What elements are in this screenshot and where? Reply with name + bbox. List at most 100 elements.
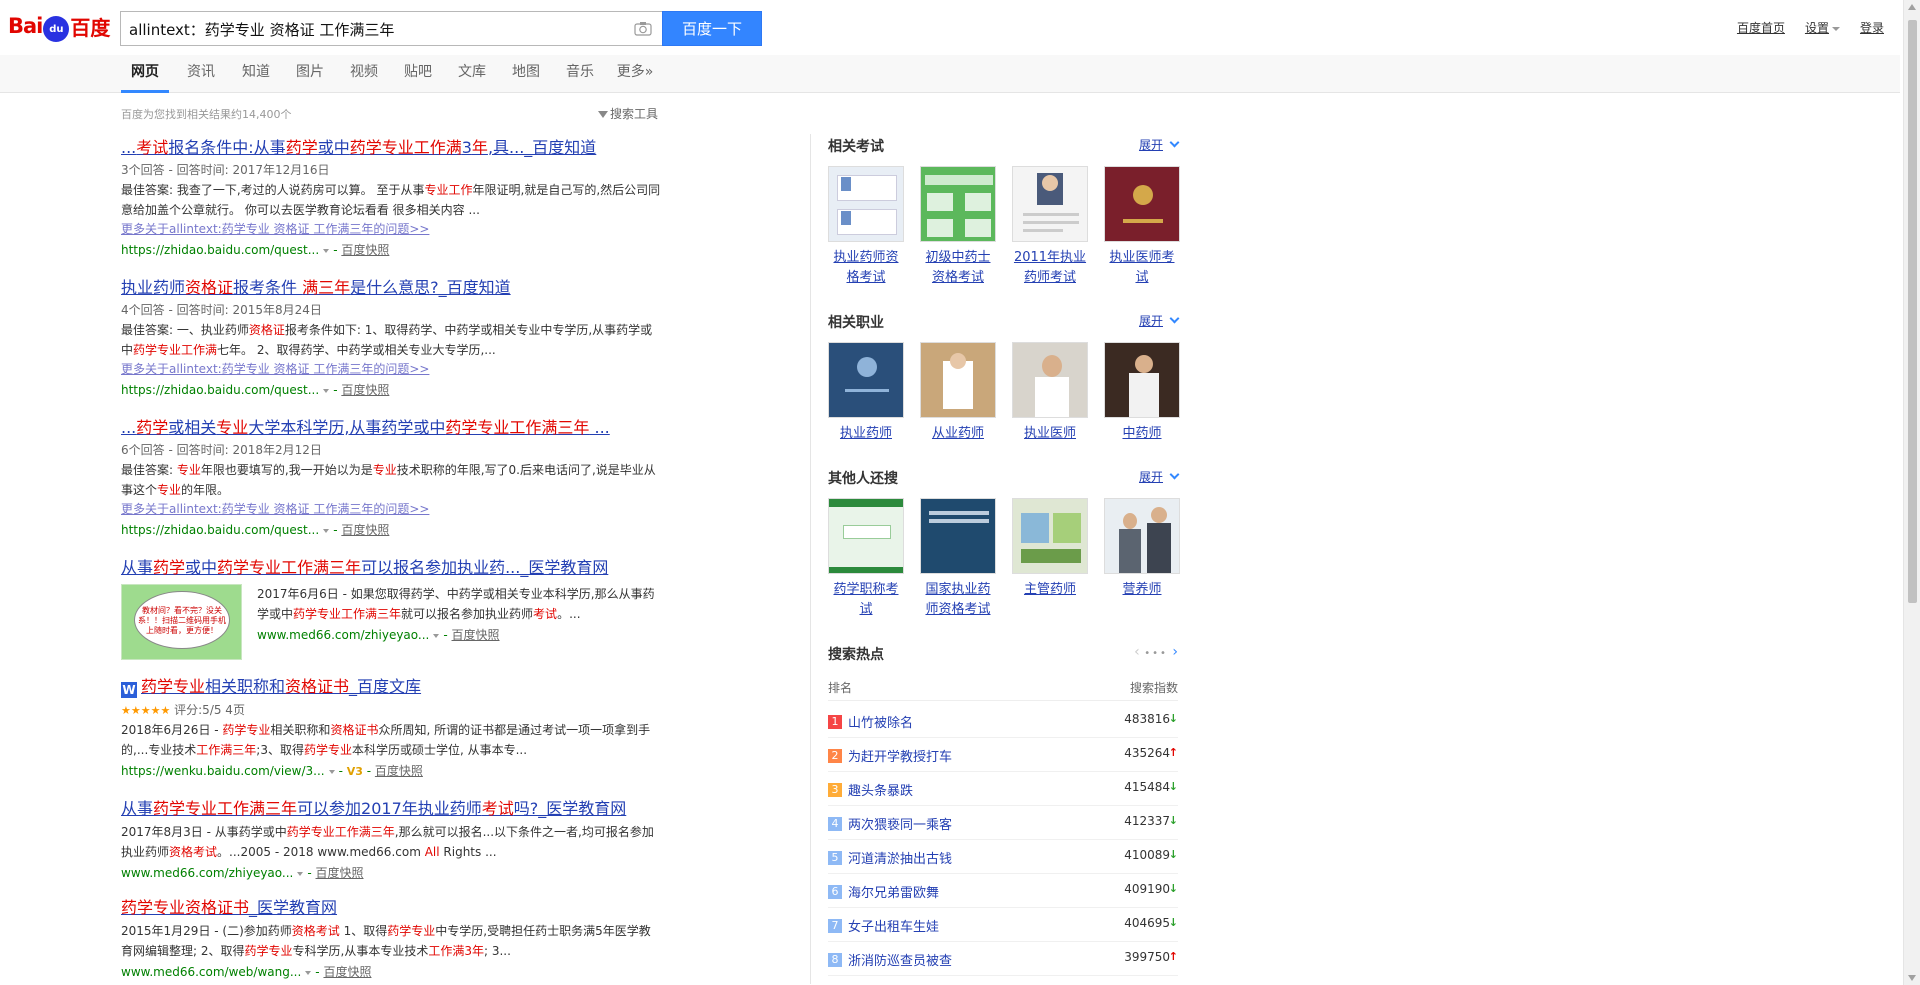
chevron-down-icon[interactable] [297, 871, 304, 876]
result-url[interactable]: www.med66.com/web/wang... [121, 965, 301, 979]
hot-search-row[interactable]: 2 为赶开学教授打车 435264 ↑ [828, 738, 1178, 772]
search-button[interactable]: 百度一下 [662, 11, 762, 46]
expand-button[interactable]: 展开 [1139, 312, 1180, 329]
certificate-image [828, 166, 904, 242]
result-title[interactable]: 执业药师资格证报考条件 满三年是什么意思?_百度知道 [121, 278, 661, 298]
related-job-card[interactable]: 中药师 [1104, 342, 1180, 444]
result-abstract: 2015年1月29日 - (二)参加药师资格考试 1、取得药学专业中专学历,受聘… [121, 921, 661, 961]
result-title[interactable]: 药学专业资格证书_医学教育网 [121, 898, 661, 918]
result-title[interactable]: 从事药学或中药学专业工作满三年可以报名参加执业药..._医学教育网 [121, 558, 661, 578]
cache-link[interactable]: 百度快照 [316, 866, 364, 880]
result-title[interactable]: 从事药学专业工作满三年可以参加2017年执业药师考试吗?_医学教育网 [121, 799, 661, 819]
hot-word-link[interactable]: 浙消防巡查员被查 [848, 950, 952, 969]
hot-search-row[interactable]: 6 海尔兄弟雷欧舞 409190 ↓ [828, 874, 1178, 908]
tab-tieba[interactable]: 贴吧 [398, 55, 438, 93]
login-link[interactable]: 登录 [1860, 19, 1884, 36]
hot-search-row[interactable]: 5 河道清淤抽出古钱 410089 ↓ [828, 840, 1178, 874]
cache-link[interactable]: 百度快照 [375, 764, 423, 778]
cache-link[interactable]: 百度快照 [452, 628, 500, 642]
scroll-up-arrow-icon[interactable] [1908, 4, 1916, 10]
cache-link[interactable]: 百度快照 [341, 383, 389, 397]
expand-button[interactable]: 展开 [1139, 468, 1180, 485]
hot-word-link[interactable]: 河道清淤抽出古钱 [848, 848, 952, 867]
scrollbar[interactable] [1903, 0, 1920, 985]
tab-images[interactable]: 图片 [290, 55, 330, 93]
hot-search-columns: 排名 搜索指数 [828, 677, 1178, 701]
chevron-down-icon [1169, 469, 1180, 480]
settings-link[interactable]: 设置 [1805, 19, 1840, 36]
hot-word-link[interactable]: 趣头条暴跌 [848, 780, 913, 799]
text-segment: 可以报名参加执业药..._医学教育网 [361, 558, 609, 577]
tab-map[interactable]: 地图 [506, 55, 546, 93]
related-job-card[interactable]: 执业医师 [1012, 342, 1088, 444]
others-search-card[interactable]: 国家执业药师资格考试 [920, 498, 996, 620]
hot-search-row[interactable]: 4 两次猥亵同一乘客 412337 ↓ [828, 806, 1178, 840]
expand-button[interactable]: 展开 [1139, 136, 1180, 153]
tab-more[interactable]: 更多» [612, 55, 658, 93]
hot-word-link[interactable]: 女子出租车生娃 [848, 916, 939, 935]
result-title[interactable]: ...药学或相关专业大学本科学历,从事药学或中药学专业工作满三年 ... [121, 418, 661, 438]
result-url[interactable]: https://zhidao.baidu.com/quest... [121, 243, 319, 257]
cache-link[interactable]: 百度快照 [341, 243, 389, 257]
chevron-down-icon[interactable] [323, 388, 330, 393]
tab-music[interactable]: 音乐 [560, 55, 600, 93]
hot-word-link[interactable]: 海尔兄弟雷欧舞 [848, 882, 939, 901]
result-url[interactable]: https://zhidao.baidu.com/quest... [121, 383, 319, 397]
others-search-card[interactable]: 主管药师 [1012, 498, 1088, 600]
related-exam-card[interactable]: 初级中药士资格考试 [920, 166, 996, 288]
hot-search-row[interactable]: 8 浙消防巡查员被查 399750 ↑ [828, 942, 1178, 976]
camera-icon[interactable] [634, 21, 652, 36]
result-url[interactable]: https://zhidao.baidu.com/quest... [121, 523, 319, 537]
home-link[interactable]: 百度首页 [1737, 19, 1785, 36]
highlight-term: 药学专业 [222, 723, 271, 737]
search-tools-button[interactable]: 搜索工具 [598, 105, 658, 122]
tab-video[interactable]: 视频 [344, 55, 384, 93]
tab-wenku[interactable]: 文库 [452, 55, 492, 93]
related-job-card[interactable]: 从业药师 [920, 342, 996, 444]
chevron-left-icon[interactable]: ‹ [1134, 644, 1140, 660]
result-more-link[interactable]: 更多关于allintext:药学专业 资格证 工作满三年的问题>> [121, 500, 661, 519]
header: Bai du 百度 百度一下 百度首页 设置 登录 [0, 0, 1900, 55]
text-segment: 2017年8月3日 - 从事药学或中 [121, 825, 287, 839]
related-exam-card[interactable]: 2011年执业药师考试 [1012, 166, 1088, 288]
chevron-down-icon[interactable] [323, 248, 330, 253]
result-thumbnail[interactable]: 教材间？看不完？没关系！！扫描二维码用手机上随时看，更方便！ [121, 584, 242, 660]
result-url[interactable]: www.med66.com/zhiyeyao... [257, 628, 429, 642]
result-more-link[interactable]: 更多关于allintext:药学专业 资格证 工作满三年的问题>> [121, 360, 661, 379]
scroll-down-arrow-icon[interactable] [1908, 975, 1916, 981]
others-search-card[interactable]: 营养师 [1104, 498, 1180, 600]
search-input[interactable] [129, 18, 619, 40]
related-exam-card[interactable]: 执业药师资格考试 [828, 166, 904, 288]
paw-icon: du [43, 16, 70, 42]
poster-board-image [1012, 498, 1088, 574]
cache-link[interactable]: 百度快照 [323, 965, 371, 979]
result-title[interactable]: W 药学专业相关职称和资格证书_百度文库 [121, 677, 661, 698]
baidu-logo[interactable]: Bai du 百度 [8, 6, 120, 46]
result-more-link[interactable]: 更多关于allintext:药学专业 资格证 工作满三年的问题>> [121, 220, 661, 239]
cache-link[interactable]: 百度快照 [341, 523, 389, 537]
scrollbar-thumb[interactable] [1908, 20, 1917, 603]
hot-word-link[interactable]: 两次猥亵同一乘客 [848, 814, 952, 833]
chevron-right-icon[interactable]: › [1172, 644, 1178, 660]
related-job-card[interactable]: 执业药师 [828, 342, 904, 444]
result-url[interactable]: www.med66.com/zhiyeyao... [121, 866, 293, 880]
tab-news[interactable]: 资讯 [181, 55, 221, 93]
hot-word-link[interactable]: 山竹被除名 [848, 712, 913, 731]
chevron-down-icon[interactable] [305, 970, 312, 975]
hot-search-row[interactable]: 1 山竹被除名 483816 ↓ [828, 704, 1178, 738]
card-caption: 2011年执业药师考试 [1013, 250, 1087, 285]
hot-word-link[interactable]: 为赶开学教授打车 [848, 746, 952, 765]
related-exam-card[interactable]: 执业医师考试 [1104, 166, 1180, 288]
text-segment: 是什么意思?_百度知道 [350, 278, 511, 297]
hot-search-row[interactable]: 7 女子出租车生娃 404695 ↓ [828, 908, 1178, 942]
others-search-card[interactable]: 药学职称考试 [828, 498, 904, 620]
chevron-down-icon[interactable] [328, 769, 335, 774]
chevron-down-icon[interactable] [433, 633, 440, 638]
rank-badge: 1 [828, 715, 842, 729]
chevron-down-icon[interactable] [323, 528, 330, 533]
tab-zhidao[interactable]: 知道 [236, 55, 276, 93]
result-url[interactable]: https://wenku.baidu.com/view/3... [121, 764, 325, 778]
tab-web[interactable]: 网页 [121, 55, 169, 93]
hot-search-row[interactable]: 3 趣头条暴跌 415484 ↓ [828, 772, 1178, 806]
result-title[interactable]: ...考试报名条件中:从事药学或中药学专业工作满3年,具..._百度知道 [121, 138, 661, 158]
